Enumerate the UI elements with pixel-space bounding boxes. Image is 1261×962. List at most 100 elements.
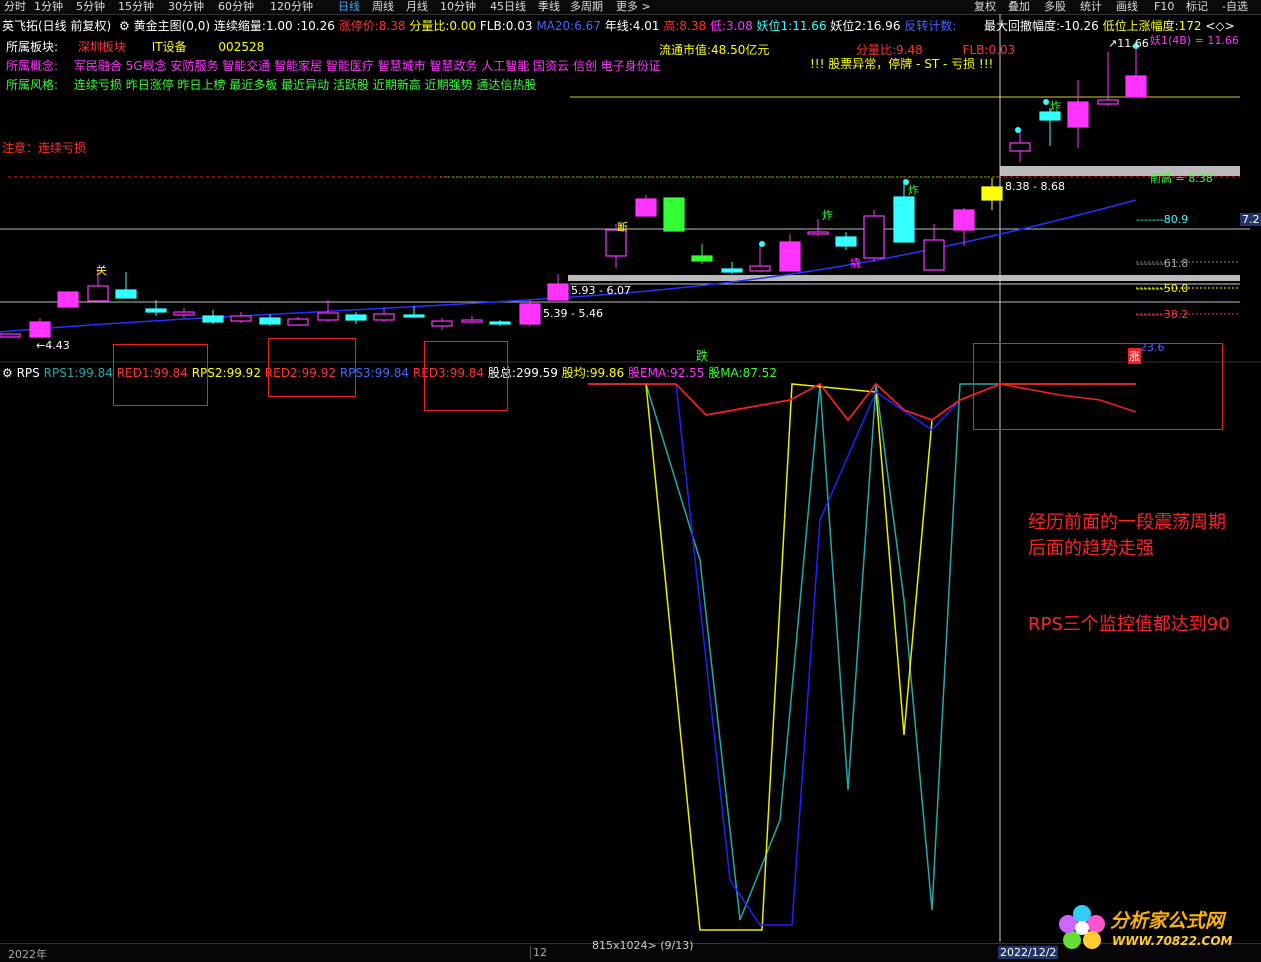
btn-mark[interactable]: 标记	[1186, 0, 1208, 14]
tab-fenshi[interactable]: 分时	[4, 0, 26, 14]
right-axis-top: 7.2	[1240, 213, 1261, 226]
drawdown-label: 最大回撤幅度:	[984, 19, 1061, 33]
tab-multi[interactable]: 多周期	[570, 0, 603, 14]
tab-15min[interactable]: 15分钟	[118, 0, 154, 14]
rps-gear-icon[interactable]: ⚙	[2, 366, 13, 380]
tag-zha-2: 炸	[908, 184, 919, 197]
candle-body[interactable]	[547, 283, 569, 301]
flower-logo-icon	[1059, 905, 1105, 949]
candle-body[interactable]	[173, 311, 195, 316]
lowrise-label: 低位上涨幅度:	[1102, 19, 1179, 33]
candle-body[interactable]	[923, 239, 945, 271]
guma-value: 87.52	[742, 366, 777, 380]
candle-body[interactable]	[29, 321, 51, 338]
sector-value2[interactable]: IT设备	[152, 40, 187, 54]
candle-body[interactable]	[807, 231, 829, 235]
candle-body[interactable]	[953, 209, 975, 231]
settings-gear-icon[interactable]: ⚙	[119, 19, 130, 33]
candle-body[interactable]	[57, 291, 79, 308]
logo-name: 分析家公式网	[1110, 910, 1225, 932]
tab-60min[interactable]: 60分钟	[218, 0, 254, 14]
candle-body[interactable]	[489, 321, 511, 325]
candle-body[interactable]	[373, 313, 395, 321]
candle-body[interactable]	[1009, 142, 1031, 152]
candle-body[interactable]	[431, 320, 453, 327]
candle-body[interactable]	[87, 285, 109, 302]
rps1-value: 99.84	[78, 366, 113, 380]
gujun-value: 99.86	[589, 366, 625, 380]
candle-body[interactable]	[287, 318, 309, 326]
style-value[interactable]: 连续亏损 昨日涨停 昨日上榜 最近多板 最近异动 活跃股 近期新高 近期强势 通…	[74, 78, 537, 92]
rps-chart[interactable]	[0, 362, 1261, 942]
diamond-icon[interactable]: ◇	[1215, 19, 1224, 33]
tab-more[interactable]: 更多 >	[616, 0, 651, 14]
lowrise-value: 172	[1178, 19, 1202, 33]
candle-body[interactable]	[981, 186, 1003, 201]
candle-body[interactable]	[779, 241, 801, 272]
candle-body[interactable]	[259, 317, 281, 325]
tab-45day[interactable]: 45日线	[490, 0, 526, 14]
tab-season[interactable]: 季线	[538, 0, 560, 14]
tab-30min[interactable]: 30分钟	[168, 0, 204, 14]
image-size-info: 815x1024> (9/13)	[592, 939, 694, 952]
candle-body[interactable]	[230, 315, 252, 322]
tab-monthly[interactable]: 月线	[406, 0, 428, 14]
tab-weekly[interactable]: 周线	[372, 0, 394, 14]
concept-value[interactable]: 军民融合 5G概念 安防服务 智能交通 智能家居 智能医疗 智慧城市 智慧政务 …	[74, 59, 661, 73]
candle-body[interactable]	[635, 198, 657, 217]
candle-body[interactable]	[835, 236, 857, 247]
annotation-2: 后面的趋势走强	[1028, 538, 1154, 559]
candle-body[interactable]	[317, 312, 339, 321]
main-indicator-name[interactable]: 黄金主图(0,0)	[134, 19, 210, 33]
btn-stats[interactable]: 统计	[1080, 0, 1102, 14]
chevron-right-icon[interactable]: >	[1225, 19, 1235, 33]
low-label: 低:	[709, 19, 726, 33]
btn-fuquan[interactable]: 复权	[974, 0, 996, 14]
candle-body[interactable]	[663, 197, 685, 232]
tag-duan: 断	[617, 221, 628, 234]
yao2-value: 16.96	[866, 19, 901, 33]
candle-body[interactable]	[403, 314, 425, 318]
btn-overlay[interactable]: 叠加	[1008, 0, 1030, 14]
btn-f10[interactable]: F10	[1154, 0, 1174, 14]
sector-value1[interactable]: 深圳板块	[78, 40, 126, 54]
site-logo: 分析家公式网 WWW.70822.COM	[1052, 900, 1252, 956]
rps1-label: RPS1:	[43, 366, 79, 380]
tab-1min[interactable]: 1分钟	[34, 0, 63, 14]
candle-body[interactable]	[749, 265, 771, 272]
candle-body[interactable]	[721, 268, 743, 273]
candle-body[interactable]	[863, 215, 885, 259]
shrink-label: 连续缩量:	[213, 19, 266, 33]
tab-5min[interactable]: 5分钟	[76, 0, 105, 14]
btn-multistock[interactable]: 多股	[1044, 0, 1066, 14]
candle-body[interactable]	[461, 319, 483, 323]
candle-body[interactable]	[1067, 101, 1089, 128]
candle-body[interactable]	[1097, 99, 1119, 105]
candle-body[interactable]	[519, 303, 541, 325]
range-upper-label: 8.38 - 8.68	[1005, 180, 1065, 193]
rps2-line	[645, 383, 961, 931]
fib-618-label: -------61.8	[1136, 257, 1189, 270]
candle-body[interactable]	[1125, 75, 1147, 98]
candle-body[interactable]	[691, 255, 713, 262]
btn-watchlist[interactable]: -自选	[1222, 0, 1248, 14]
btn-draw[interactable]: 画线	[1116, 0, 1138, 14]
stock-name[interactable]: 英飞拓(日线 前复权)	[2, 19, 111, 33]
concept-row: 所属概念: 军民融合 5G概念 安防服务 智能交通 智能家居 智能医疗 智慧城市…	[6, 57, 661, 74]
candle-body[interactable]	[145, 308, 167, 313]
flb-label: FLB:	[479, 19, 506, 33]
candle-body[interactable]	[202, 315, 224, 323]
rps3-value: 99.84	[374, 366, 410, 380]
chevron-left-icon[interactable]: <	[1205, 19, 1215, 33]
candle-body[interactable]	[345, 314, 367, 321]
rps-title: RPS	[16, 366, 40, 380]
shrink-value: 1.00	[265, 19, 293, 33]
flb-ratio-label: 分量比:	[409, 19, 450, 33]
loss-note: 注意：连续亏损	[2, 141, 87, 155]
tab-120min[interactable]: 120分钟	[270, 0, 313, 14]
candle-body[interactable]	[115, 289, 137, 299]
tab-daily[interactable]: 日线	[338, 0, 360, 14]
tab-10min[interactable]: 10分钟	[440, 0, 476, 14]
candle-body[interactable]	[893, 196, 915, 243]
candle-body[interactable]	[0, 333, 21, 338]
